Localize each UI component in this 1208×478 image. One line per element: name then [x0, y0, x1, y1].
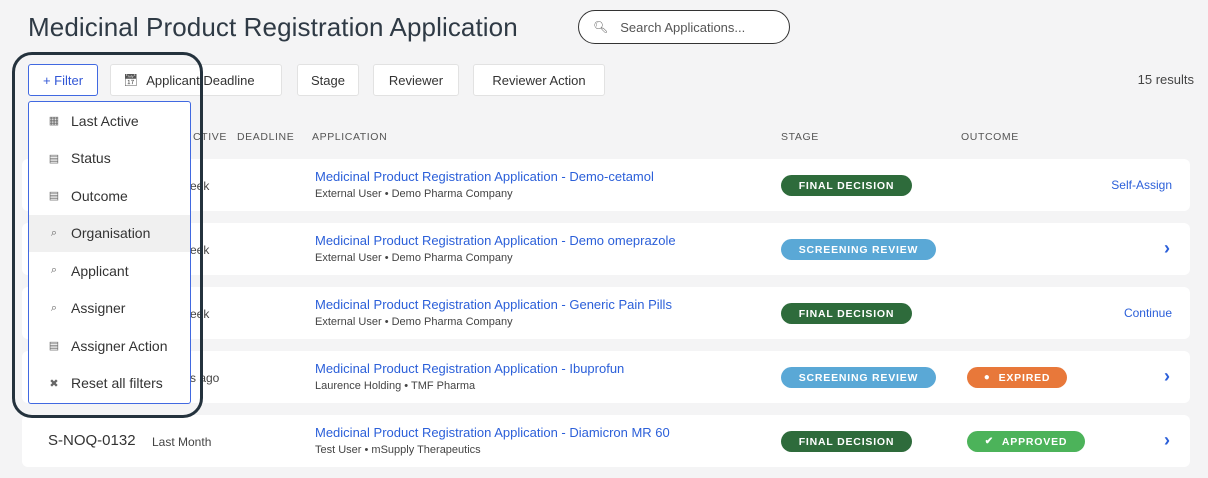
- search-icon: 🔍︎: [593, 20, 609, 34]
- table-row[interactable]: eek Medicinal Product Registration Appli…: [22, 287, 1190, 339]
- applicant-info: External User • Demo Pharma Company: [315, 188, 513, 200]
- applicant-deadline-label: Applicant Deadline: [146, 72, 255, 88]
- filter-option-label: Outcome: [71, 187, 128, 204]
- list-icon: ▤: [48, 340, 60, 353]
- column-header-deadline[interactable]: DEADLINE: [237, 131, 294, 143]
- outcome-label: EXPIRED: [998, 371, 1051, 384]
- filter-option-label: Organisation: [71, 225, 151, 242]
- stage-badge: FINAL DECISION: [781, 175, 912, 196]
- table-row[interactable]: s ago Medicinal Product Registration App…: [22, 351, 1190, 403]
- outcome-badge: ✔ APPROVED: [967, 431, 1085, 452]
- page-title: Medicinal Product Registration Applicati…: [28, 12, 518, 42]
- filter-dropdown-menu: ▦ Last Active ▤ Status ▤ Outcome ⌕ Organ…: [28, 101, 191, 404]
- filter-option-status[interactable]: ▤ Status: [29, 140, 190, 178]
- table-row[interactable]: eek Medicinal Product Registration Appli…: [22, 159, 1190, 211]
- applicant-deadline-filter[interactable]: 📅︎ Applicant Deadline: [110, 64, 282, 96]
- calendar-icon: ▦: [48, 115, 60, 128]
- check-circle-icon: ✔: [984, 436, 994, 447]
- stage-badge: FINAL DECISION: [781, 303, 912, 324]
- column-header-outcome[interactable]: OUTCOME: [961, 131, 1019, 143]
- filter-option-label: Status: [71, 150, 111, 167]
- search-icon: ⌕: [50, 264, 58, 277]
- last-active-value: Last Month: [152, 435, 212, 449]
- add-filter-button[interactable]: + Filter: [28, 64, 98, 96]
- filter-option-organisation[interactable]: ⌕ Organisation: [29, 214, 190, 252]
- filter-option-label: Last Active: [71, 112, 139, 129]
- clock-icon: ●: [983, 372, 991, 383]
- table-row[interactable]: S-NOQ-0132 Last Month Medicinal Product …: [22, 415, 1190, 467]
- application-link[interactable]: Medicinal Product Registration Applicati…: [315, 297, 672, 312]
- application-link[interactable]: Medicinal Product Registration Applicati…: [315, 169, 654, 184]
- reviewer-filter[interactable]: Reviewer: [373, 64, 459, 96]
- last-active-value: eek: [190, 307, 210, 321]
- search-box[interactable]: 🔍︎: [578, 10, 790, 44]
- applicant-info: Test User • mSupply Therapeutics: [315, 444, 481, 456]
- self-assign-link[interactable]: Self-Assign: [1111, 178, 1172, 192]
- list-icon: ▤: [48, 190, 60, 203]
- filter-option-label: Applicant: [71, 262, 129, 279]
- filter-option-assigner[interactable]: ⌕ Assigner: [29, 290, 190, 328]
- reset-filters-option[interactable]: ✖ Reset all filters: [29, 365, 190, 403]
- application-link[interactable]: Medicinal Product Registration Applicati…: [315, 425, 670, 440]
- applicant-info: Laurence Holding • TMF Pharma: [315, 380, 476, 392]
- stage-badge: SCREENING REVIEW: [781, 367, 936, 388]
- column-header-stage[interactable]: STAGE: [781, 131, 819, 143]
- search-icon: ⌕: [50, 226, 58, 239]
- column-header-application[interactable]: APPLICATION: [312, 131, 387, 143]
- results-count: 15 results: [1137, 72, 1194, 87]
- applicant-info: External User • Demo Pharma Company: [315, 316, 513, 328]
- applicant-info: External User • Demo Pharma Company: [315, 252, 513, 264]
- outcome-badge: ● EXPIRED: [967, 367, 1067, 388]
- filter-option-assigner-action[interactable]: ▤ Assigner Action: [29, 327, 190, 365]
- filter-option-applicant[interactable]: ⌕ Applicant: [29, 252, 190, 290]
- filter-option-outcome[interactable]: ▤ Outcome: [29, 177, 190, 215]
- filter-option-label: Assigner Action: [71, 337, 168, 354]
- application-link[interactable]: Medicinal Product Registration Applicati…: [315, 361, 624, 376]
- stage-badge: SCREENING REVIEW: [781, 239, 936, 260]
- chevron-right-icon[interactable]: ›: [1164, 430, 1170, 451]
- filter-option-label: Reset all filters: [71, 375, 163, 392]
- last-active-value: eek: [190, 179, 210, 193]
- last-active-value: s ago: [190, 371, 220, 385]
- chevron-right-icon[interactable]: ›: [1164, 238, 1170, 259]
- stage-filter[interactable]: Stage: [297, 64, 359, 96]
- column-header-last-active[interactable]: CTIVE: [193, 131, 227, 143]
- search-input[interactable]: [618, 18, 773, 36]
- close-icon: ✖: [49, 377, 59, 390]
- reviewer-action-filter[interactable]: Reviewer Action: [473, 64, 605, 96]
- calendar-icon: 📅︎: [123, 73, 139, 87]
- outcome-label: APPROVED: [1001, 435, 1068, 448]
- stage-badge: FINAL DECISION: [781, 431, 912, 452]
- filter-option-label: Assigner: [71, 300, 126, 317]
- table-row[interactable]: eek Medicinal Product Registration Appli…: [22, 223, 1190, 275]
- search-icon: ⌕: [50, 301, 58, 314]
- serial-number: S-NOQ-0132: [48, 432, 136, 449]
- continue-link[interactable]: Continue: [1124, 306, 1172, 320]
- list-icon: ▤: [48, 152, 60, 165]
- filter-option-last-active[interactable]: ▦ Last Active: [29, 102, 190, 140]
- application-link[interactable]: Medicinal Product Registration Applicati…: [315, 233, 676, 248]
- chevron-right-icon[interactable]: ›: [1164, 366, 1170, 387]
- last-active-value: eek: [190, 243, 210, 257]
